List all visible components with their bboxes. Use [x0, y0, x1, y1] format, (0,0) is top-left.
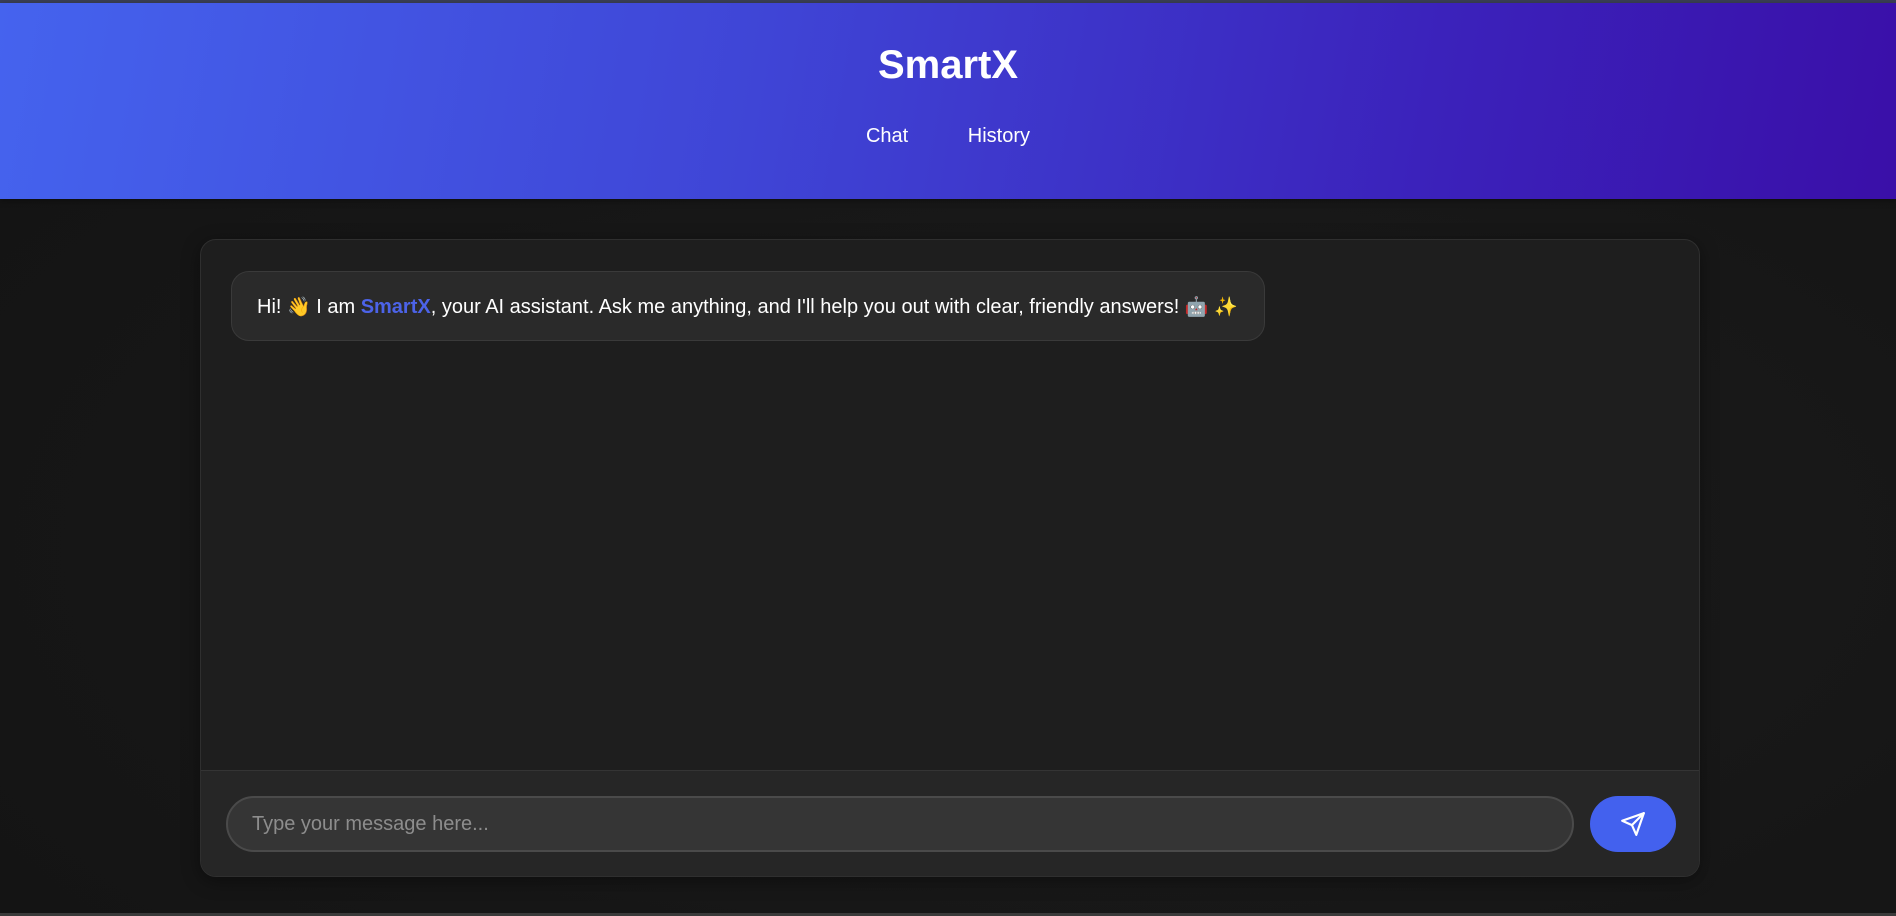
message-input[interactable] — [226, 796, 1574, 852]
robot-icon: 🤖 — [1184, 296, 1209, 318]
sparkles-icon: ✨ — [1214, 296, 1238, 318]
assistant-message-bubble: Hi! 👋 I am SmartX, your AI assistant. As… — [231, 271, 1265, 341]
send-icon — [1621, 812, 1645, 836]
main-nav: Chat History — [0, 122, 1896, 150]
waving-hand-icon: 👋 — [287, 296, 311, 318]
message-greeting: Hi! — [257, 296, 287, 318]
send-button[interactable] — [1590, 796, 1676, 852]
chat-container: Hi! 👋 I am SmartX, your AI assistant. As… — [200, 239, 1700, 877]
page: SmartX Chat History Hi! 👋 I am SmartX, y… — [0, 0, 1896, 916]
message-list[interactable]: Hi! 👋 I am SmartX, your AI assistant. As… — [201, 240, 1699, 770]
app-title: SmartX — [877, 43, 1019, 87]
nav-item-history[interactable]: History — [968, 122, 1030, 150]
message-brand-name: SmartX — [360, 296, 431, 318]
message-body: , your AI assistant. Ask me anything, an… — [430, 296, 1185, 318]
app-header: SmartX Chat History — [0, 3, 1896, 199]
message-intro: I am — [310, 296, 361, 318]
composer-bar — [201, 770, 1699, 876]
nav-item-chat[interactable]: Chat — [866, 122, 908, 150]
